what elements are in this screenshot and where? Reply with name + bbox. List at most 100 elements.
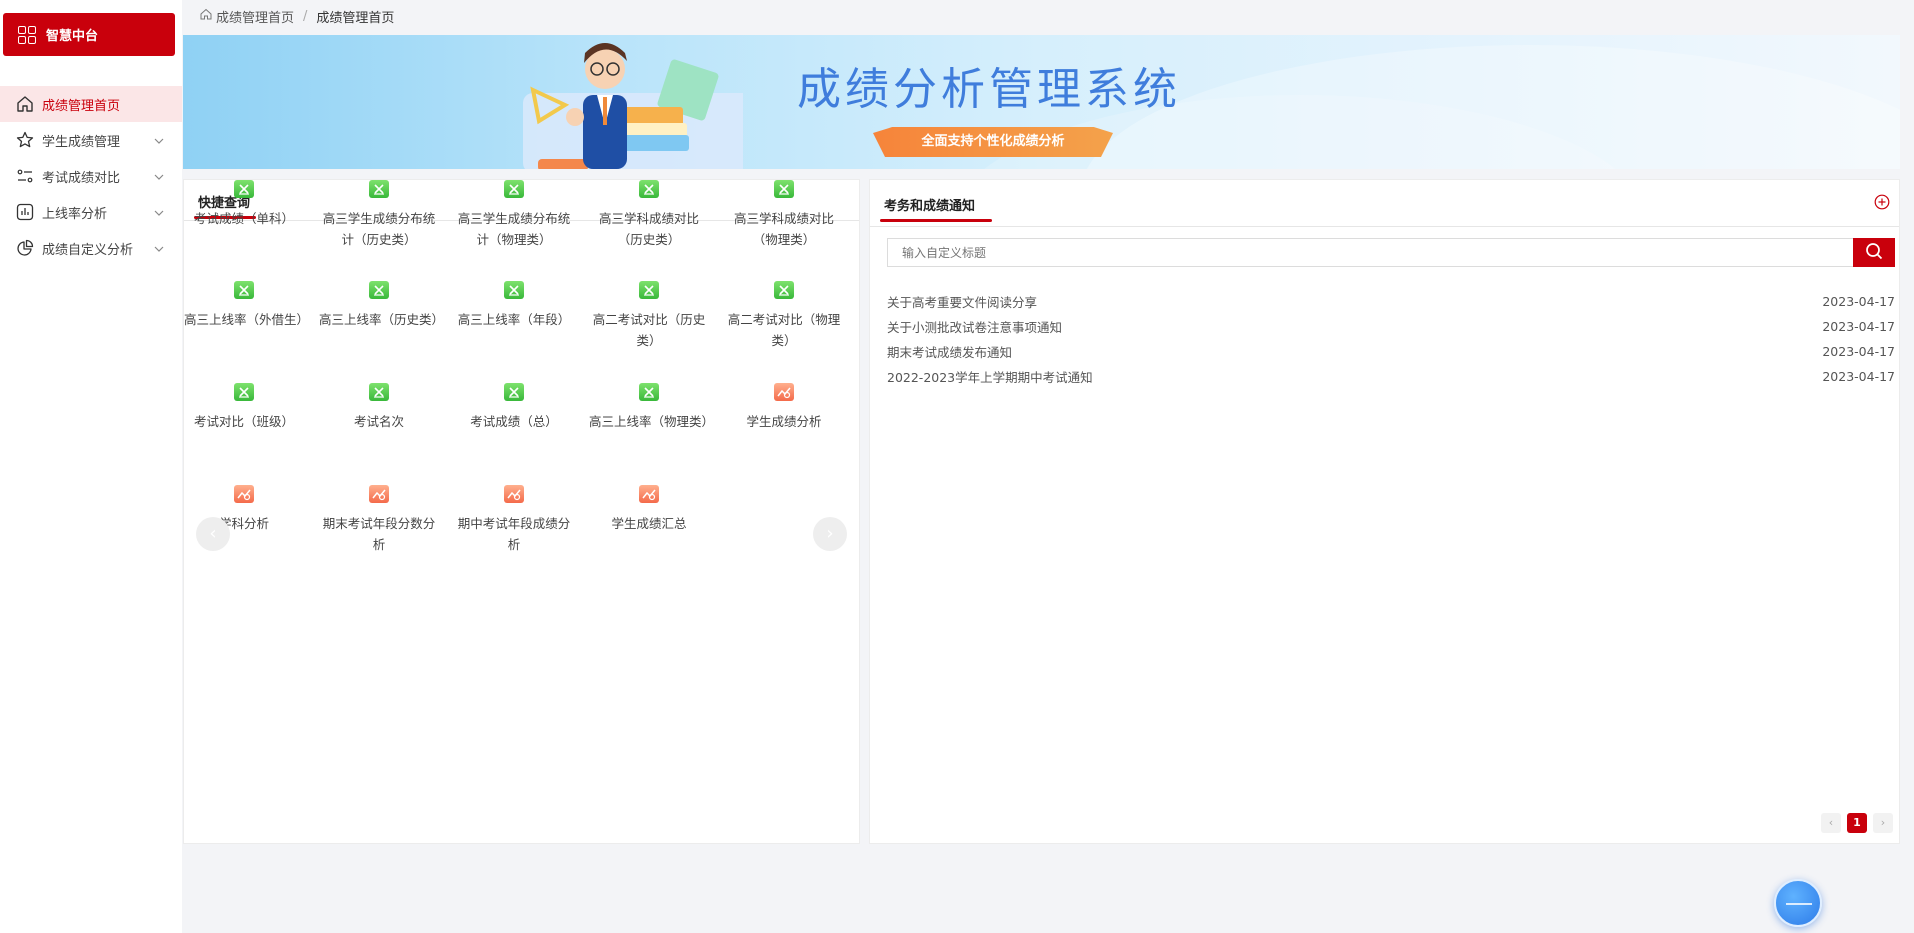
notice-search — [887, 238, 1895, 267]
quick-query-label: 考试对比（班级） — [193, 414, 294, 429]
spreadsheet-icon — [369, 383, 389, 401]
spreadsheet-icon — [234, 180, 254, 198]
notice-item[interactable]: 关于高考重要文件阅读分享 2023-04-17 — [887, 289, 1895, 314]
analysis-icon — [639, 485, 659, 503]
spreadsheet-icon — [639, 180, 659, 198]
quick-query-item[interactable]: 期中考试年段成绩分析 — [454, 485, 574, 555]
notice-list: 关于高考重要文件阅读分享 2023-04-17 关于小测批改试卷注意事项通知 2… — [887, 289, 1895, 389]
floating-assistant-button[interactable] — [1774, 879, 1822, 927]
notice-item[interactable]: 关于小测批改试卷注意事项通知 2023-04-17 — [887, 314, 1895, 339]
quick-query-item[interactable]: 考试成绩（总） — [454, 383, 574, 432]
quick-query-label: 期中考试年段成绩分析 — [457, 516, 571, 552]
analysis-icon — [234, 485, 254, 503]
chevron-down-icon — [154, 133, 164, 148]
quick-query-item[interactable]: 高三学生成绩分布统计（历史类） — [319, 180, 439, 250]
quick-query-label: 考试成绩（单科） — [193, 211, 294, 226]
spreadsheet-icon — [774, 281, 794, 299]
breadcrumb-link[interactable]: 成绩管理首页 — [216, 7, 294, 26]
quick-query-item[interactable]: 高三上线率（年段） — [454, 281, 574, 330]
chevron-down-icon — [154, 205, 164, 220]
home-icon — [14, 93, 36, 115]
quick-query-item[interactable]: 学生成绩分析 — [724, 383, 844, 432]
notices-title: 考务和成绩通知 — [880, 195, 992, 222]
quick-query-item[interactable]: 高三上线率（外借生） — [184, 281, 309, 330]
quick-query-label: 高三学生成绩分布统计（历史类） — [322, 211, 436, 247]
quick-query-label: 高三上线率（年段） — [457, 312, 571, 327]
quick-query-item[interactable]: 高三学科成绩对比（历史类） — [589, 180, 709, 250]
quick-query-item[interactable]: 期末考试年段分数分析 — [319, 485, 439, 555]
notices-title-text: 考务和成绩通知 — [884, 199, 976, 214]
quick-query-panel: 快捷查询 考试成绩（单科） 高三学生成绩分布统计（历史类） 高三学生成绩分布统计（物… — [183, 179, 860, 844]
quick-query-label: 高三学生成绩分布统计（物理类） — [457, 211, 571, 247]
quick-query-item[interactable]: 高三学生成绩分布统计（物理类） — [454, 180, 574, 250]
banner-title: 成绩分析管理系统 — [797, 64, 1181, 115]
add-circle-icon[interactable] — [1874, 194, 1890, 214]
quick-query-item[interactable]: 考试成绩（单科） — [184, 180, 304, 229]
quick-query-item[interactable]: 考试名次 — [319, 383, 439, 432]
notice-title: 2022-2023学年上学期期中考试通知 — [887, 370, 1093, 385]
banner-subtitle-ribbon: 全面支持个性化成绩分析 — [873, 127, 1113, 157]
teacher-illustration — [523, 43, 743, 169]
notice-date: 2023-04-17 — [1822, 319, 1895, 334]
quick-query-item[interactable]: 高三上线率（历史类） — [319, 281, 444, 330]
spreadsheet-icon — [234, 383, 254, 401]
spreadsheet-icon — [639, 281, 659, 299]
bar-chart-icon — [14, 201, 36, 223]
quick-query-label: 期末考试年段分数分析 — [322, 516, 436, 552]
pie-chart-icon — [14, 237, 36, 259]
spreadsheet-icon — [774, 180, 794, 198]
quick-query-label: 高二考试对比（物理类） — [727, 312, 841, 348]
notice-date: 2023-04-17 — [1822, 294, 1895, 309]
quick-query-item[interactable]: 考试对比（班级） — [184, 383, 304, 432]
divider — [870, 226, 1899, 227]
banner-subtitle: 全面支持个性化成绩分析 — [921, 134, 1065, 149]
quick-query-label: 高三上线率（物理类） — [589, 414, 715, 429]
sidebar-item-label: 学生成绩管理 — [42, 134, 121, 150]
search-button[interactable] — [1853, 238, 1895, 267]
carousel-prev-button[interactable]: ‹ — [196, 517, 230, 551]
brand-label: 智慧中台 — [46, 29, 99, 44]
quick-query-item[interactable]: 学生成绩汇总 — [589, 485, 709, 534]
notice-item[interactable]: 期末考试成绩发布通知 2023-04-17 — [887, 339, 1895, 364]
quick-query-item[interactable]: 高三上线率（物理类） — [589, 383, 714, 432]
quick-query-item[interactable]: 高二考试对比（历史类） — [589, 281, 709, 351]
spreadsheet-icon — [369, 180, 389, 198]
notice-search-input[interactable] — [887, 238, 1853, 267]
sidebar-item-home[interactable]: 成绩管理首页 — [0, 86, 182, 122]
sidebar-item-pass-rate[interactable]: 上线率分析 — [0, 194, 182, 230]
pagination-prev-button[interactable]: ‹ — [1821, 813, 1841, 833]
sidebar-item-label: 成绩自定义分析 — [42, 242, 134, 258]
assistant-icon — [1786, 903, 1812, 905]
sidebar-item-label: 上线率分析 — [42, 206, 108, 222]
quick-query-label: 高三上线率（历史类） — [319, 312, 445, 327]
sidebar-item-label: 成绩管理首页 — [42, 98, 121, 114]
notice-title: 关于高考重要文件阅读分享 — [887, 295, 1038, 310]
notice-title: 期末考试成绩发布通知 — [887, 345, 1013, 360]
quick-query-item[interactable]: 高三学科成绩对比（物理类） — [724, 180, 844, 250]
spreadsheet-icon — [369, 281, 389, 299]
chevron-down-icon — [154, 241, 164, 256]
spreadsheet-icon — [234, 281, 254, 299]
quick-query-label: 高三上线率（外借生） — [184, 312, 310, 327]
quick-query-label: 考试名次 — [353, 414, 404, 429]
home-icon — [200, 8, 212, 24]
sidebar-item-custom-analysis[interactable]: 成绩自定义分析 — [0, 230, 182, 266]
sidebar: 智慧中台 成绩管理首页 学生成绩管理 考试成绩对比 上线率分析 成绩自定义分析 — [0, 0, 182, 933]
brand-button[interactable]: 智慧中台 — [3, 13, 175, 56]
pagination-page-button[interactable]: 1 — [1847, 813, 1867, 833]
banner: 成绩分析管理系统 全面支持个性化成绩分析 — [183, 35, 1900, 169]
notices-panel: 考务和成绩通知 关于高考重要文件阅读分享 2023-04-17 关于小测批改试卷… — [869, 179, 1900, 844]
title-underline — [880, 219, 992, 222]
notice-item[interactable]: 2022-2023学年上学期期中考试通知 2023-04-17 — [887, 364, 1895, 389]
carousel-next-button[interactable]: › — [813, 517, 847, 551]
notice-date: 2023-04-17 — [1822, 369, 1895, 384]
analysis-icon — [369, 485, 389, 503]
star-icon — [14, 129, 36, 151]
quick-query-item[interactable]: 高二考试对比（物理类） — [724, 281, 844, 351]
quick-query-label: 高三学科成绩对比（物理类） — [733, 211, 834, 247]
quick-query-label: 考试成绩（总） — [470, 414, 558, 429]
sidebar-item-student-scores[interactable]: 学生成绩管理 — [0, 122, 182, 158]
sidebar-item-exam-compare[interactable]: 考试成绩对比 — [0, 158, 182, 194]
notice-date: 2023-04-17 — [1822, 344, 1895, 359]
pagination-next-button[interactable]: › — [1873, 813, 1893, 833]
